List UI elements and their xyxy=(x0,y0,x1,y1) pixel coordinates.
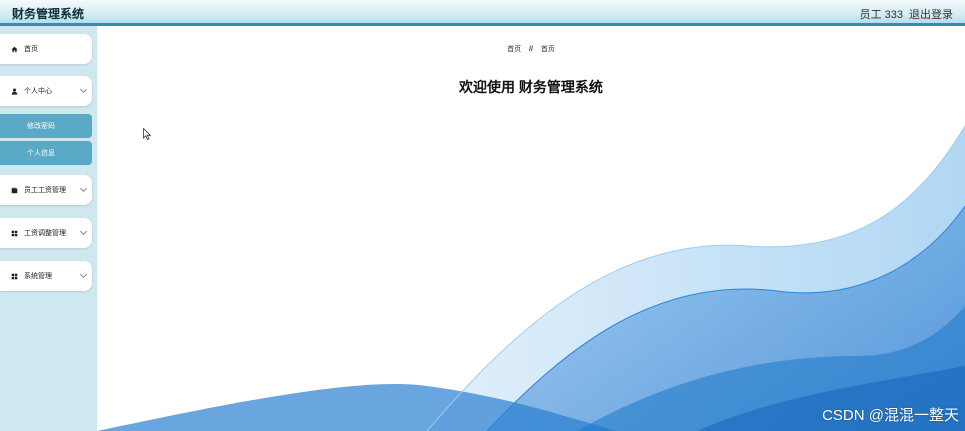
chevron-down-icon xyxy=(79,227,88,236)
welcome-title: 欢迎使用 财务管理系统 xyxy=(459,79,603,95)
grid-icon xyxy=(11,230,18,236)
sidebar-item-system-management[interactable]: 系统管理 xyxy=(0,261,92,291)
sidebar-item-label: 系统管理 xyxy=(24,273,52,280)
chevron-down-icon xyxy=(79,270,88,279)
breadcrumb: 首页 // 首页 xyxy=(97,44,965,54)
mouse-cursor-icon xyxy=(143,128,151,140)
breadcrumb-current: 首页 xyxy=(540,46,555,53)
sidebar-item-label: 首页 xyxy=(24,46,38,53)
chevron-down-icon xyxy=(79,184,88,193)
main-content: 首页 // 首页 欢迎使用 财务管理系统 CSDN @混混一整天 xyxy=(97,26,965,431)
sidebar-item-label: 员工工资管理 xyxy=(24,187,66,194)
sidebar-item-label: 个人中心 xyxy=(24,88,52,95)
wallet-icon xyxy=(11,187,18,193)
sidebar-item-home[interactable]: 首页 xyxy=(0,34,92,64)
submenu-item-change-password[interactable]: 修改密码 xyxy=(0,114,92,138)
sidebar-item-label: 工资调整管理 xyxy=(24,230,66,237)
grid-icon xyxy=(11,273,18,279)
breadcrumb-separator: // xyxy=(529,46,533,53)
user-label: 员工 333 xyxy=(859,9,903,21)
watermark: CSDN @混混一整天 xyxy=(822,407,959,424)
sidebar-item-salary-adjust[interactable]: 工资调整管理 xyxy=(0,218,92,248)
logout-link[interactable]: 退出登录 xyxy=(909,6,953,22)
breadcrumb-home[interactable]: 首页 xyxy=(507,46,521,53)
submenu-item-personal-info[interactable]: 个人信息 xyxy=(0,141,92,165)
sidebar: 首页 个人中心 修改密码 个人信息 员工工资管理 工资调整管理 系统管理 xyxy=(0,26,97,431)
app-title: 财务管理系统 xyxy=(12,7,85,21)
top-bar: 财务管理系统 员工 333 退出登录 xyxy=(0,0,965,26)
chevron-down-icon xyxy=(79,85,88,94)
user-icon xyxy=(11,88,18,95)
home-icon xyxy=(11,46,18,52)
sidebar-item-personal-center[interactable]: 个人中心 xyxy=(0,76,92,106)
sidebar-item-salary-management[interactable]: 员工工资管理 xyxy=(0,175,92,205)
